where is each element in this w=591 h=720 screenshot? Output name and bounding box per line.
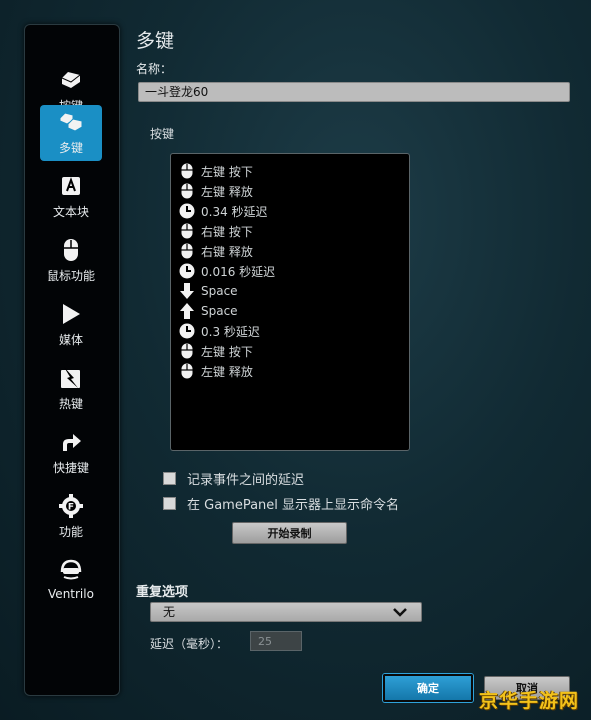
keys-label: 按键 (150, 127, 175, 141)
key-event-item[interactable]: 右键 按下 (171, 221, 409, 241)
clock-icon (179, 263, 195, 279)
key-event-text: 左键 按下 (201, 164, 253, 179)
multi-key-icon (58, 109, 84, 135)
key-event-text: 左键 按下 (201, 344, 253, 359)
clock-icon (179, 203, 195, 219)
sidebar-item-label: 媒体 (58, 333, 83, 347)
key-event-item[interactable]: 右键 释放 (171, 241, 409, 261)
mouse-icon (179, 243, 195, 259)
play-icon (58, 301, 84, 327)
sidebar-item-label: 多键 (58, 141, 83, 155)
sidebar-item-multikey[interactable]: 多键 (40, 105, 102, 161)
hotkey-icon (58, 365, 84, 391)
sidebar: 按键 多键 文本块 鼠标功能 媒体 热键 快捷键 (24, 24, 120, 696)
key-event-item[interactable]: Space (171, 301, 409, 321)
watermark: 京华手游网 (479, 690, 580, 712)
key-event-item[interactable]: 左键 释放 (171, 181, 409, 201)
ventrilo-headset-icon (58, 557, 84, 583)
ok-button[interactable]: 确定 (383, 674, 473, 702)
key-event-item[interactable]: 0.016 秒延迟 (171, 261, 409, 281)
mouse-icon (179, 183, 195, 199)
shortcut-arrow-icon (58, 429, 84, 455)
key-event-item[interactable]: 左键 按下 (171, 341, 409, 361)
start-recording-button[interactable]: 开始录制 (232, 522, 347, 544)
key-event-text: 右键 按下 (201, 224, 253, 239)
svg-text:F: F (68, 503, 74, 513)
key-event-text: Space (201, 284, 238, 298)
sidebar-item-shortcut[interactable]: 快捷键 (40, 425, 102, 481)
mouse-icon (179, 223, 195, 239)
name-input[interactable]: 一斗登龙60 (138, 82, 570, 102)
clock-icon (179, 323, 195, 339)
sidebar-item-mouse[interactable]: 鼠标功能 (40, 233, 102, 289)
key-event-text: 右键 释放 (201, 244, 253, 259)
repeat-select[interactable]: 无 (150, 602, 422, 622)
sidebar-item-label: Ventrilo (48, 587, 94, 601)
sidebar-item-label: 快捷键 (52, 461, 89, 475)
gamepanel-label: 在 GamePanel 显示器上显示命令名 (187, 498, 400, 513)
repeat-options-label: 重复选项 (136, 585, 189, 600)
key-event-item[interactable]: 左键 释放 (171, 361, 409, 381)
sidebar-item-label: 功能 (58, 525, 83, 539)
key-event-text: 0.34 秒延迟 (201, 204, 268, 219)
mouse-icon (179, 363, 195, 379)
record-delay-label: 记录事件之间的延迟 (187, 473, 305, 488)
mouse-icon (179, 163, 195, 179)
text-block-icon (58, 173, 84, 199)
key-event-item[interactable]: Space (171, 281, 409, 301)
function-gear-icon: F (58, 493, 84, 519)
sidebar-item-label: 热键 (58, 397, 83, 411)
key-event-list[interactable]: 左键 按下 左键 释放 0.34 秒延迟 右键 按下 右键 释放 0.016 秒延迟 Spa… (170, 153, 410, 451)
gamepanel-checkbox[interactable] (163, 497, 176, 510)
mouse-icon (179, 343, 195, 359)
arrow-up-icon (179, 303, 195, 319)
key-event-text: Space (201, 304, 238, 318)
key-event-item[interactable]: 左键 按下 (171, 161, 409, 181)
record-delay-option[interactable]: 记录事件之间的延迟 (163, 469, 304, 488)
sidebar-item-function[interactable]: F 功能 (40, 489, 102, 545)
key-event-text: 左键 释放 (201, 364, 253, 379)
repeat-select-value: 无 (163, 605, 176, 619)
sidebar-item-hotkey[interactable]: 热键 (40, 361, 102, 417)
key-event-text: 0.3 秒延迟 (201, 324, 260, 339)
chevron-down-icon (393, 608, 407, 617)
sidebar-item-ventrilo[interactable]: Ventrilo (40, 553, 102, 609)
mouse-icon (58, 237, 84, 263)
key-event-text: 左键 释放 (201, 184, 253, 199)
sidebar-item-media[interactable]: 媒体 (40, 297, 102, 353)
arrow-down-icon (179, 283, 195, 299)
record-delay-checkbox[interactable] (163, 472, 176, 485)
page-title: 多键 (136, 30, 175, 52)
key-event-text: 0.016 秒延迟 (201, 264, 276, 279)
delay-label: 延迟（毫秒）： (150, 637, 229, 651)
sidebar-item-label: 文本块 (52, 205, 89, 219)
name-label: 名称： (136, 62, 173, 76)
gamepanel-option[interactable]: 在 GamePanel 显示器上显示命令名 (163, 494, 399, 513)
key-event-item[interactable]: 0.34 秒延迟 (171, 201, 409, 221)
sidebar-item-textblock[interactable]: 文本块 (40, 169, 102, 225)
key-event-item[interactable]: 0.3 秒延迟 (171, 321, 409, 341)
sidebar-item-label: 鼠标功能 (46, 269, 95, 283)
delay-input[interactable]: 25 (250, 631, 302, 651)
key-icon (58, 67, 84, 93)
